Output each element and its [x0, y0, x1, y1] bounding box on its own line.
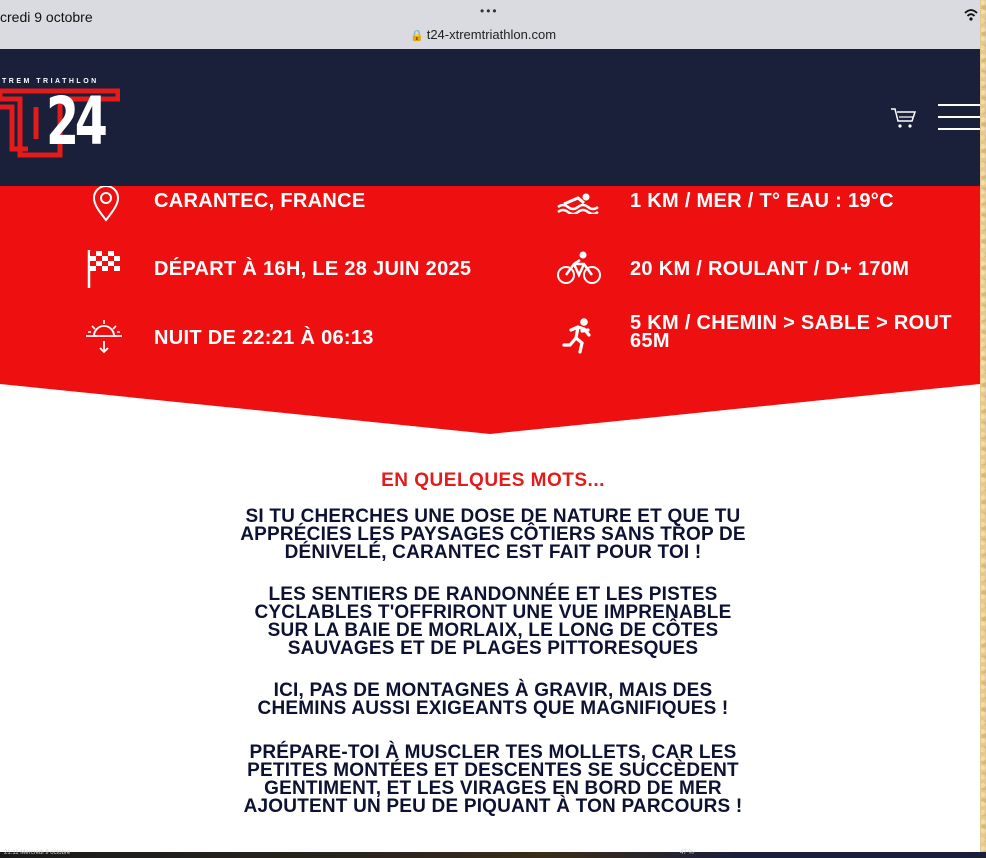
paragraph-1: SI TU CHERCHES UNE DOSE DE NATURE ET QUE…	[0, 507, 980, 563]
location-pin-icon	[92, 186, 120, 222]
status-date: credi 9 octobre	[0, 9, 93, 25]
lock-icon: 🔒	[410, 30, 424, 42]
bottom-status-strip: 21:11 Mercredi 9 octobre 47 %	[0, 850, 986, 858]
bottom-time: 21:11 Mercredi 9 octobre	[4, 850, 71, 856]
paragraph-line: AJOUTENT UN PEU DE PIQUANT À TON PARCOUR…	[243, 796, 743, 817]
night-text: NUIT DE 22:21 À 06:13	[154, 327, 374, 349]
url-text: t24-xtremtriathlon.com	[426, 27, 557, 42]
start-text: DÉPART À 16H, LE 28 JUIN 2025	[154, 258, 472, 280]
paragraph-line: CHEMINS AUSSI EXIGEANTS QUE MAGNIFIQUES …	[257, 698, 729, 719]
swim-text: 1 KM / MER / T° EAU : 19°C	[630, 190, 894, 212]
paragraph-line: SAUVAGES ET DE PLAGES PITTORESQUES	[287, 638, 699, 659]
menu-icon[interactable]	[938, 104, 980, 132]
sunset-icon	[86, 320, 122, 354]
paragraph-2: LES SENTIERS DE RANDONNÉE ET LES PISTES …	[0, 585, 980, 659]
paragraph-4: PRÉPARE-TOI À MUSCLER TES MOLLETS, CAR L…	[0, 743, 980, 817]
paragraph-line: DÉNIVELÉ, CARANTEC EST FAIT POUR TOI !	[284, 542, 702, 563]
race-info-banner: CARANTEC, FRANCE 1 KM / MER / T° EAU : 1…	[0, 186, 980, 434]
bike-text: 20 KM / ROULANT / D+ 170M	[630, 258, 910, 280]
section-title: EN QUELQUES MOTS...	[381, 470, 605, 491]
wifi-icon	[964, 9, 978, 21]
battery-level: 47 %	[680, 850, 694, 856]
run-text-line2: 65M	[630, 330, 670, 352]
location-text: CARANTEC, FRANCE	[154, 190, 366, 212]
checkered-flag-icon	[87, 250, 120, 288]
address-bar[interactable]: 🔒 t24-xtremtriathlon.com	[410, 27, 556, 42]
run-text: 5 KM / CHEMIN > SABLE > ROUT 65M	[630, 312, 952, 352]
runner-icon	[562, 318, 591, 354]
browser-top-bar: credi 9 octobre ••• 🔒 t24-xtremtriathlon.…	[0, 0, 980, 49]
swim-icon	[557, 193, 599, 214]
paragraph-3: ICI, PAS DE MONTAGNES À GRAVIR, MAIS DES…	[0, 681, 980, 719]
bike-icon	[557, 251, 601, 284]
site-header: TREM TRIATHLON 24	[0, 49, 980, 186]
run-text-line1: 5 KM / CHEMIN > SABLE > ROUT	[630, 312, 952, 334]
browser-frame: credi 9 octobre ••• 🔒 t24-xtremtriathlon.…	[0, 0, 980, 852]
cart-icon[interactable]	[890, 106, 918, 130]
tab-dots[interactable]: •••	[480, 4, 499, 18]
logo-number: 24	[46, 83, 108, 160]
